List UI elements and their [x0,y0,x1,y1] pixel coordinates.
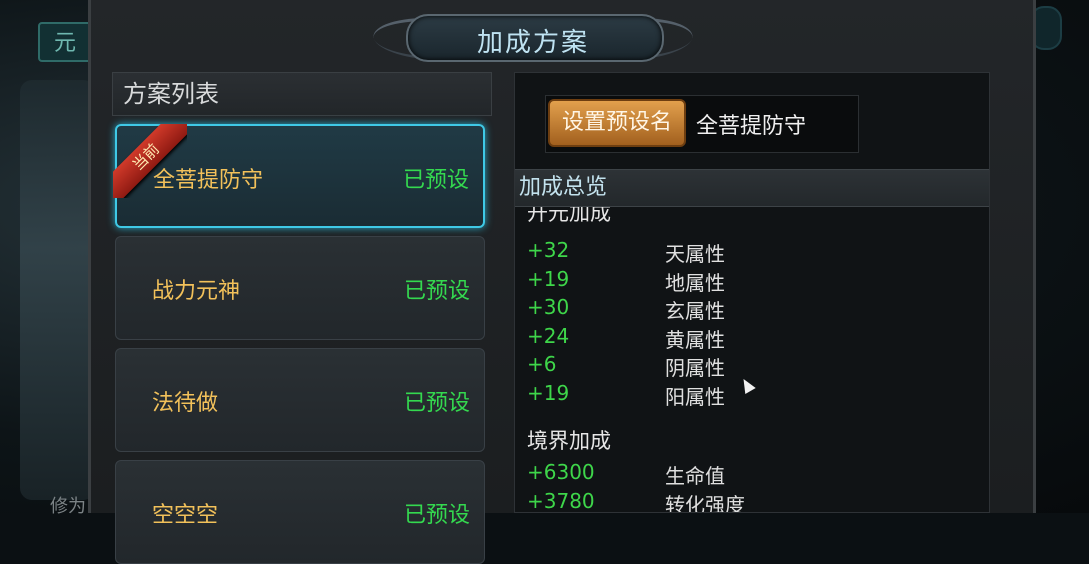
bonus-attribute: 黄属性 [665,328,725,352]
plan-item-3[interactable]: 法待做 已预设 [115,348,485,452]
plan-item-name: 法待做 [152,391,219,416]
set-preset-name-button[interactable]: 设置预设名 [548,99,686,147]
section-title-kaiyuan: 开元加成 [527,207,611,225]
bonus-attribute: 天属性 [665,242,725,266]
current-ribbon: 当前 [113,124,187,198]
plan-item-2[interactable]: 战力元神 已预设 [115,236,485,340]
plan-item-status: 已预设 [403,279,470,304]
bonus-row: +19 地属性 [527,267,967,295]
bonus-attribute: 阴属性 [665,356,725,380]
preset-name-row: 设置预设名 全菩提防守 [545,95,859,153]
plan-item-status: 已预设 [402,168,469,193]
plan-item-1[interactable]: 全菩提防守 已预设 当前 [113,124,485,228]
preset-name: 全菩提防守 [696,114,807,139]
bonus-value: +30 [527,295,570,319]
bonus-overview-list[interactable]: 开元加成 +32 天属性 +19 地属性 +30 玄属性 +24 黄属性 +6 … [515,207,989,512]
dialog-title-plate: 加成方案 [366,8,700,64]
background-bottom-text: 修为 [50,496,86,517]
bonus-attribute: 地属性 [665,271,725,295]
bonus-row: +32 天属性 [527,238,967,266]
bonus-value: +6300 [527,460,595,484]
plan-item-name: 空空空 [152,503,219,528]
bonus-row: +3780 转化强度 [527,489,967,512]
plan-item-name: 战力元神 [152,279,241,304]
plan-item-status: 已预设 [403,391,470,416]
plan-detail-panel: 设置预设名 全菩提防守 加成总览 开元加成 +32 天属性 +19 地属性 +3… [514,72,990,513]
bonus-value: +3780 [527,489,595,512]
background-tab-label: 元 [54,31,77,56]
current-badge: 当前 [113,124,187,198]
bonus-row: +24 黄属性 [527,324,967,352]
bonus-attribute: 玄属性 [665,299,725,323]
bonus-row: +30 玄属性 [527,295,967,323]
plan-item-status: 已预设 [403,503,470,528]
plan-list-panel: 方案列表 全菩提防守 已预设 当前 战力元神 已预设 法待做 已预设 空空空 已… [112,72,492,564]
background-character [20,80,95,500]
bonus-value: +6 [527,352,557,376]
plan-item-4[interactable]: 空空空 已预设 [115,460,485,564]
bonus-value: +19 [527,381,570,405]
section-title-jingjie: 境界加成 [527,429,611,453]
plan-list-header: 方案列表 [112,72,492,116]
bonus-value: +19 [527,267,570,291]
bonus-row: +6300 生命值 [527,460,967,488]
bonus-attribute: 阳属性 [665,385,725,409]
bonus-value: +32 [527,238,570,262]
bonus-attribute: 转化强度 [665,493,745,512]
dialog-title: 加成方案 [476,28,589,58]
bonus-attribute: 生命值 [665,464,725,488]
bonus-overview-header: 加成总览 [515,169,989,207]
bonus-value: +24 [527,324,570,348]
